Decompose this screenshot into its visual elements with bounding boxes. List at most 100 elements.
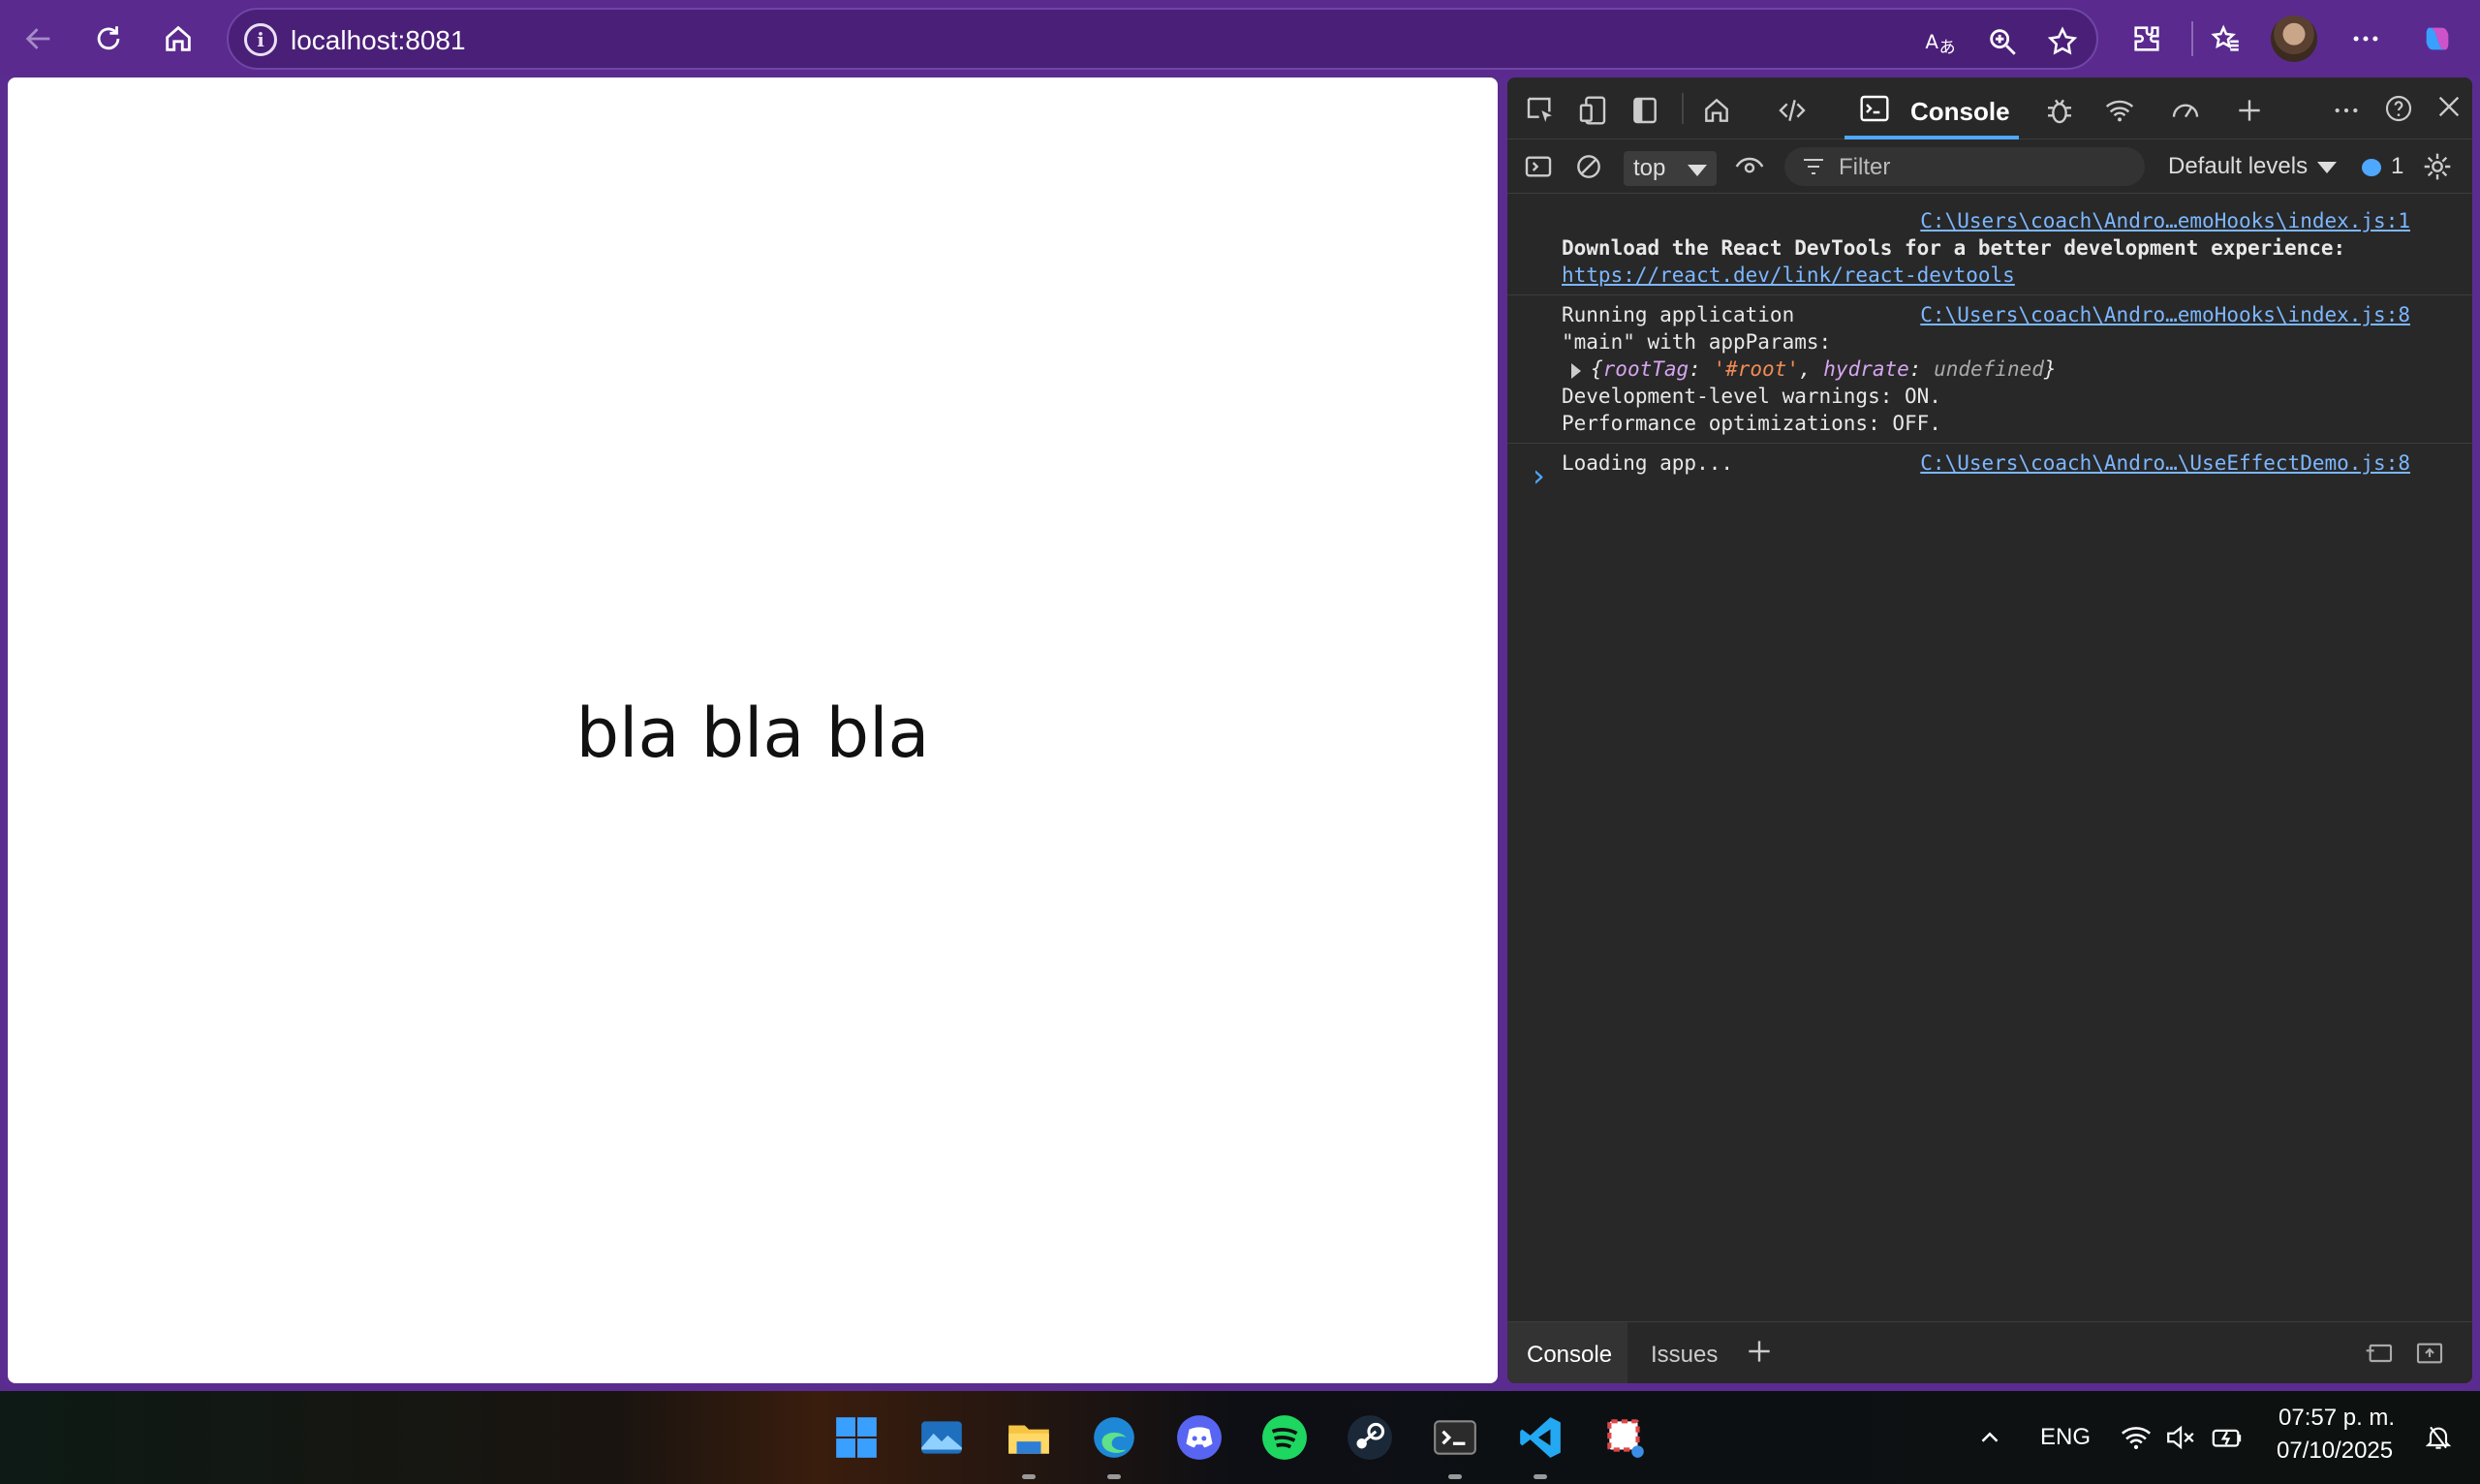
notifications-bell-icon[interactable] [2414, 1408, 2463, 1467]
chevron-down-icon [1688, 165, 1707, 176]
tab-console-label: Console [1910, 97, 2010, 126]
dock-drawer-icon[interactable] [2410, 1334, 2449, 1373]
running-indicator [1022, 1474, 1036, 1479]
inspect-element-icon[interactable] [1521, 91, 1560, 130]
expandable-object[interactable]: {rootTag: '#root', hydrate: undefined} [1562, 356, 2410, 383]
more-tools-plus-icon[interactable] [2230, 91, 2269, 130]
devtools-more-icon[interactable] [2327, 91, 2366, 130]
message-source-link[interactable]: C:\Users\coach\Andro…\UseEffectDemo.js:8 [1920, 449, 2410, 477]
chevron-up-icon[interactable] [1963, 1408, 2017, 1467]
elements-tab-icon[interactable] [1773, 91, 1812, 130]
profile-avatar[interactable] [2271, 15, 2317, 62]
console-filter-bar: top Filter Default levels 1 [1507, 139, 2472, 194]
message-text: Development-level warnings: ON. [1562, 385, 1941, 408]
drawer-add-tab-icon[interactable] [1740, 1332, 1779, 1371]
translate-icon[interactable]: Aあ [1922, 23, 1959, 60]
svg-text:あ: あ [1939, 38, 1956, 57]
object-value: undefined [1934, 357, 2044, 381]
favorite-star-icon[interactable] [2044, 23, 2081, 60]
windows-taskbar: ENG 07:57 p. m. 07/10/2025 [0, 1391, 2480, 1484]
console-message: C:\Users\coach\Andro…emoHooks\index.js:8… [1507, 295, 2472, 444]
message-text: "main" with appParams: [1562, 330, 1832, 354]
live-expression-eye-icon[interactable] [1730, 147, 1769, 186]
running-indicator [1534, 1474, 1547, 1479]
steam-icon[interactable] [1341, 1408, 1399, 1467]
site-info-icon[interactable]: i [244, 23, 277, 56]
expand-triangle-icon[interactable] [1571, 363, 1581, 379]
console-settings-gear-icon[interactable] [2418, 147, 2457, 186]
running-indicator [1107, 1474, 1121, 1479]
message-text: Performance optimizations: OFF. [1562, 412, 1941, 435]
log-levels-dropdown[interactable]: Default levels [2168, 153, 2338, 180]
battery-charging-icon[interactable] [2203, 1408, 2251, 1467]
performance-icon[interactable] [2166, 91, 2205, 130]
issues-count: 1 [2391, 153, 2404, 179]
photos-app-icon[interactable] [913, 1408, 971, 1467]
clear-console-icon[interactable] [1569, 147, 1608, 186]
console-messages: C:\Users\coach\Andro…emoHooks\index.js:1… [1507, 194, 2472, 482]
device-emulation-icon[interactable] [1573, 91, 1612, 130]
edge-browser-icon[interactable] [1085, 1408, 1143, 1467]
page-viewport: bla bla bla [8, 77, 1498, 1383]
console-message: C:\Users\coach\Andro…\UseEffectDemo.js:8… [1507, 444, 2472, 482]
console-message: C:\Users\coach\Andro…emoHooks\index.js:1… [1507, 194, 2472, 295]
filter-placeholder: Filter [1839, 154, 1891, 180]
copilot-icon[interactable] [2412, 14, 2463, 64]
devtools-tab-bar: Console [1507, 77, 2472, 139]
windows-start-icon[interactable] [827, 1408, 885, 1467]
filter-input[interactable]: Filter [1784, 147, 2145, 186]
back-icon[interactable] [14, 14, 64, 64]
spotify-icon[interactable] [1256, 1408, 1314, 1467]
object-value: '#root' [1713, 357, 1799, 381]
message-text: Download the React DevTools for a better… [1562, 236, 2346, 260]
devtools-panel: Console top Filter Default levels 1 C:\U… [1507, 77, 2472, 1383]
object-brace: } [2043, 357, 2057, 381]
message-source-link[interactable]: C:\Users\coach\Andro…emoHooks\index.js:1 [1920, 209, 2410, 232]
close-devtools-icon[interactable] [2430, 87, 2468, 126]
drawer-tab-issues[interactable]: Issues [1651, 1342, 1718, 1369]
dock-side-icon[interactable] [1626, 91, 1664, 130]
console-icon [1860, 95, 1889, 122]
terminal-icon[interactable] [1426, 1408, 1484, 1467]
help-icon[interactable] [2379, 89, 2418, 128]
console-prompt-chevron-icon[interactable]: › [1533, 457, 1545, 494]
address-bar[interactable]: i localhost:8081 Aあ [227, 8, 2098, 70]
page-body-text: bla bla bla [575, 694, 930, 773]
filter-icon [1804, 159, 1823, 174]
issues-count-badge[interactable]: 1 [2362, 153, 2403, 180]
snipping-tool-icon[interactable] [1596, 1408, 1655, 1467]
log-levels-label: Default levels [2168, 153, 2309, 179]
favorites-icon[interactable] [2201, 14, 2251, 64]
clock-time[interactable]: 07:57 p. m. [2278, 1405, 2395, 1432]
chevron-down-icon [2317, 161, 2338, 173]
volume-muted-icon[interactable] [2156, 1408, 2205, 1467]
devtools-download-link[interactable]: https://react.dev/link/react-devtools [1562, 263, 2015, 287]
network-wifi-icon[interactable] [2100, 91, 2139, 130]
message-source-link[interactable]: C:\Users\coach\Andro…emoHooks\index.js:8 [1920, 301, 2410, 328]
drawer-tab-console[interactable]: Console [1527, 1342, 1612, 1369]
message-bubble-icon [2362, 158, 2381, 176]
discord-icon[interactable] [1170, 1408, 1228, 1467]
zoom-icon[interactable] [1984, 23, 2021, 60]
wifi-icon[interactable] [2112, 1408, 2160, 1467]
debugger-bug-icon[interactable] [2040, 91, 2079, 130]
refresh-icon[interactable] [83, 14, 134, 64]
welcome-home-icon[interactable] [1697, 91, 1736, 130]
more-options-icon[interactable] [2340, 14, 2391, 64]
file-explorer-icon[interactable] [1000, 1408, 1058, 1467]
tab-console[interactable]: Console [1844, 77, 2019, 139]
object-key: rootTag [1602, 357, 1690, 381]
language-indicator[interactable]: ENG [2040, 1424, 2091, 1451]
running-indicator [1448, 1474, 1462, 1479]
devtools-drawer: Console Issues [1507, 1321, 2472, 1383]
object-brace: { [1591, 357, 1603, 381]
toolbar-divider [2191, 21, 2193, 56]
tab-divider [1682, 93, 1684, 124]
home-icon[interactable] [153, 14, 203, 64]
extensions-icon[interactable] [2122, 14, 2172, 64]
vscode-icon[interactable] [1511, 1408, 1569, 1467]
context-selector[interactable]: top [1624, 151, 1717, 186]
clock-date[interactable]: 07/10/2025 [2277, 1438, 2393, 1465]
quick-view-icon[interactable] [2360, 1334, 2399, 1373]
sidebar-toggle-icon[interactable] [1519, 147, 1558, 186]
